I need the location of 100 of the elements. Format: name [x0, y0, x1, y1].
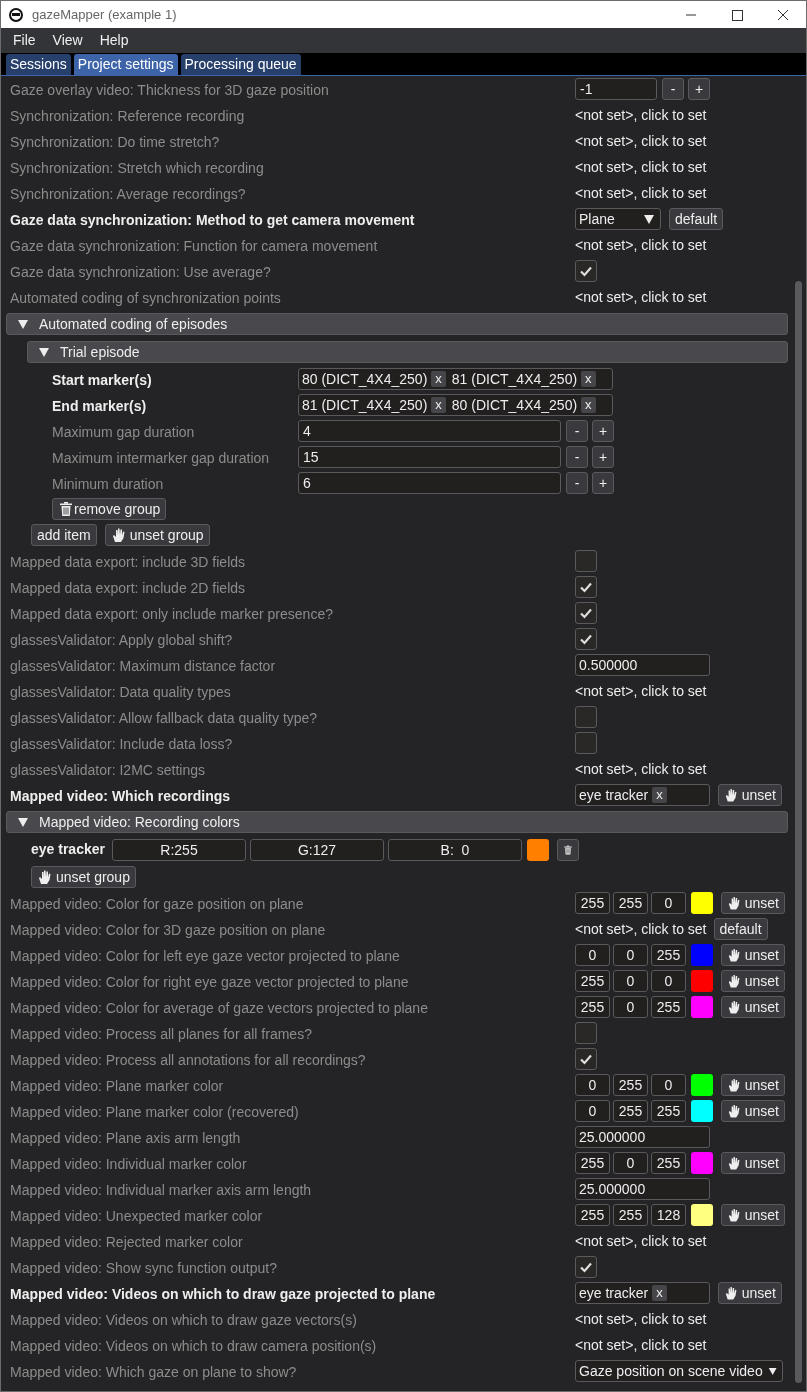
number-field[interactable]: 255 [575, 892, 610, 914]
decrement-button[interactable]: - [662, 78, 684, 100]
unset-button[interactable]: unset [721, 944, 785, 966]
dropdown[interactable]: Gaze position on scene video [575, 1360, 783, 1382]
number-field[interactable]: 255 [651, 996, 686, 1018]
unset-button[interactable]: unset [721, 1152, 785, 1174]
text-field[interactable]: 25.000000 [575, 1126, 710, 1148]
value-link[interactable]: <not set>, click to set [575, 234, 707, 256]
unset-button[interactable]: unset [721, 1204, 785, 1226]
tag-remove-button[interactable]: x [581, 397, 596, 413]
color-channel-field[interactable]: G:127 [250, 839, 384, 861]
number-field[interactable]: 255 [613, 1100, 648, 1122]
number-field[interactable]: 0 [613, 970, 648, 992]
tab[interactable]: Processing queue [180, 54, 301, 75]
number-field[interactable]: 0 [613, 996, 648, 1018]
decrement-button[interactable]: - [566, 420, 588, 442]
tab[interactable]: Project settings [73, 54, 178, 75]
checkbox[interactable] [575, 1048, 597, 1070]
value-link[interactable]: <not set>, click to set [575, 1308, 707, 1330]
default-button[interactable]: default [669, 208, 724, 230]
color-swatch[interactable] [527, 839, 549, 861]
unset-button[interactable]: unset [721, 970, 785, 992]
color-swatch[interactable] [691, 1074, 713, 1096]
color-swatch[interactable] [691, 996, 713, 1018]
number-field[interactable]: 0 [575, 944, 610, 966]
increment-button[interactable]: + [688, 78, 710, 100]
number-field[interactable]: 4 [298, 420, 561, 442]
value-link[interactable]: <not set>, click to set [575, 286, 707, 308]
add-item-button[interactable]: add item [31, 524, 97, 546]
decrement-button[interactable]: - [566, 472, 588, 494]
unset-group-button[interactable]: unset group [104, 524, 210, 546]
tag-remove-button[interactable]: x [652, 787, 667, 803]
number-field[interactable]: 0 [575, 1074, 610, 1096]
remove-group-button[interactable]: remove group [52, 498, 167, 520]
value-link[interactable]: <not set>, click to set [575, 156, 707, 178]
color-swatch[interactable] [691, 970, 713, 992]
checkbox[interactable] [575, 602, 597, 624]
checkbox[interactable] [575, 576, 597, 598]
decrement-button[interactable]: - [566, 446, 588, 468]
color-swatch[interactable] [691, 1204, 713, 1226]
scrollbar-thumb[interactable] [795, 281, 802, 1383]
number-field[interactable]: 6 [298, 472, 561, 494]
unset-button[interactable]: unset [721, 1074, 785, 1096]
checkbox[interactable] [575, 628, 597, 650]
tag-remove-button[interactable]: x [431, 397, 446, 413]
value-link[interactable]: <not set>, click to set [575, 918, 707, 940]
number-field[interactable]: 255 [651, 1100, 686, 1122]
number-field[interactable]: 255 [613, 1204, 648, 1226]
tag-field[interactable]: 80 (DICT_4X4_250) x 81 (DICT_4X4_250) x [298, 368, 613, 390]
color-channel-field[interactable]: R:255 [112, 839, 246, 861]
checkbox[interactable] [575, 1256, 597, 1278]
number-field[interactable]: 128 [651, 1204, 686, 1226]
number-field[interactable]: 255 [651, 944, 686, 966]
text-field[interactable]: 0.500000 [575, 654, 710, 676]
tab[interactable]: Sessions [6, 54, 71, 75]
tag-remove-button[interactable]: x [431, 371, 446, 387]
default-button[interactable]: default [713, 918, 768, 940]
unset-button[interactable]: unset [721, 1100, 785, 1122]
color-swatch[interactable] [691, 892, 713, 914]
number-field[interactable]: 0 [613, 1152, 648, 1174]
increment-button[interactable]: + [592, 420, 614, 442]
tag-remove-button[interactable]: x [652, 1285, 667, 1301]
number-field[interactable]: 0 [575, 1100, 610, 1122]
number-field[interactable]: -1 [575, 78, 657, 100]
unset-button[interactable]: unset [718, 784, 782, 806]
menu-item[interactable]: View [44, 30, 91, 51]
value-link[interactable]: <not set>, click to set [575, 1230, 707, 1252]
tag-field[interactable]: eye tracker x [575, 784, 710, 806]
unset-button[interactable]: unset [718, 1282, 782, 1304]
checkbox[interactable] [575, 1022, 597, 1044]
value-link[interactable]: <not set>, click to set [575, 182, 707, 204]
value-link[interactable]: <not set>, click to set [575, 1334, 707, 1356]
group-header[interactable]: Trial episode [27, 341, 788, 363]
value-link[interactable]: <not set>, click to set [575, 130, 707, 152]
number-field[interactable]: 0 [651, 970, 686, 992]
number-field[interactable]: 255 [651, 1152, 686, 1174]
number-field[interactable]: 255 [575, 1204, 610, 1226]
number-field[interactable]: 0 [651, 892, 686, 914]
dropdown[interactable]: Plane [575, 208, 661, 230]
tag-field[interactable]: eye tracker x [575, 1282, 710, 1304]
number-field[interactable]: 0 [651, 1074, 686, 1096]
checkbox[interactable] [575, 732, 597, 754]
increment-button[interactable]: + [592, 472, 614, 494]
checkbox[interactable] [575, 706, 597, 728]
color-swatch[interactable] [691, 944, 713, 966]
number-field[interactable]: 15 [298, 446, 561, 468]
number-field[interactable]: 255 [575, 970, 610, 992]
group-header[interactable]: Automated coding of episodes [6, 313, 788, 335]
increment-button[interactable]: + [592, 446, 614, 468]
color-swatch[interactable] [691, 1100, 713, 1122]
value-link[interactable]: <not set>, click to set [575, 104, 707, 126]
unset-button[interactable]: unset [721, 996, 785, 1018]
unset-button[interactable]: unset [721, 892, 785, 914]
number-field[interactable]: 255 [575, 1152, 610, 1174]
menu-item[interactable]: File [5, 30, 44, 51]
value-link[interactable]: <not set>, click to set [575, 758, 707, 780]
number-field[interactable]: 255 [575, 996, 610, 1018]
group-header[interactable]: Mapped video: Recording colors [6, 811, 788, 833]
color-channel-field[interactable]: B: 0 [388, 839, 522, 861]
number-field[interactable]: 255 [613, 892, 648, 914]
